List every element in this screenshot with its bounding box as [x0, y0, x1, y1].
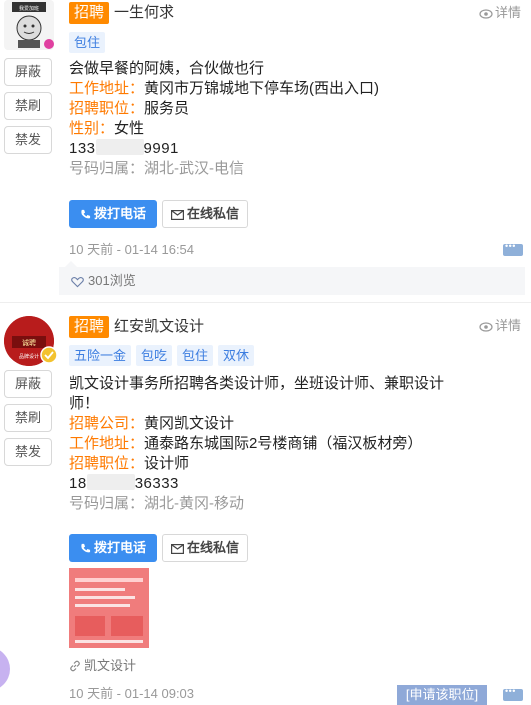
phone-location: 号码归属：湖北-武汉-电信 [69, 160, 244, 177]
heart-icon [71, 277, 84, 288]
more-options-icon[interactable] [503, 241, 523, 256]
chip: 包住 [177, 345, 214, 366]
detail-link[interactable]: 详情 [479, 2, 521, 24]
field-row: 招聘公司：黄冈凯文设计 [69, 415, 235, 432]
eye-icon [479, 9, 493, 19]
detail-label: 详情 [494, 318, 521, 333]
field-row: 招聘职位：服务员 [69, 100, 190, 117]
phone-number[interactable]: 18 36333 [69, 474, 524, 494]
benefit-chips: 五险一金 包吃 包住 双休 [69, 345, 255, 366]
ban-post-button[interactable]: 禁发 [4, 438, 52, 466]
block-button[interactable]: 屏蔽 [4, 58, 52, 86]
chip: 包住 [69, 32, 106, 53]
phone-number[interactable]: 133 9991 [69, 139, 524, 159]
call-button[interactable]: 拨打电话 [69, 200, 157, 228]
chip: 双休 [218, 345, 255, 366]
call-button[interactable]: 拨打电话 [69, 534, 157, 562]
author-avatar[interactable]: 我爱加班 [4, 0, 54, 50]
message-button[interactable]: 在线私信 [162, 200, 248, 228]
phone-icon [81, 543, 91, 553]
svg-text:诚聘: 诚聘 [22, 338, 36, 347]
more-options-icon[interactable] [503, 686, 523, 701]
post-divider [0, 302, 531, 303]
post-description: 会做早餐的阿姨，合伙做也行 [69, 60, 265, 77]
detail-label: 详情 [494, 5, 521, 20]
detail-link[interactable]: 详情 [479, 315, 521, 337]
post-description: 凯文设计事务所招聘各类设计师，坐班设计师、兼职设计 [69, 375, 445, 392]
attachment-link[interactable]: 凯文设计 [69, 657, 136, 675]
views-bar: 301浏览 [59, 261, 525, 295]
mail-icon [170, 210, 184, 221]
post-body: 凯文设计事务所招聘各类设计师，坐班设计师、兼职设计 师！ 招聘公司：黄冈凯文设计… [69, 374, 524, 514]
benefit-chips: 包住 [69, 32, 106, 53]
phone-location: 号码归属：湖北-黄冈-移动 [69, 495, 244, 512]
message-button[interactable]: 在线私信 [162, 534, 248, 562]
view-count: 301浏览 [71, 272, 136, 290]
eye-icon [479, 322, 493, 332]
post-card-1: 我爱加班 屏蔽 禁刷 禁发 招聘 一生何求 详情 包住 会做早餐的阿姨，合伙做也… [0, 0, 531, 300]
field-row: 工作地址：黄冈市万锦城地下停车场(西出入口) [69, 80, 380, 97]
post-body: 会做早餐的阿姨，合伙做也行 工作地址：黄冈市万锦城地下停车场(西出入口) 招聘职… [69, 59, 524, 179]
avatar-image: 我爱加班 [12, 2, 54, 49]
field-row: 工作地址：通泰路东城国际2号楼商铺（福汉板材旁） [69, 435, 423, 452]
author-name[interactable]: 一生何求 [114, 2, 174, 24]
chip: 包吃 [136, 345, 173, 366]
post-time: 10 天前 - 01-14 09:03 [69, 686, 195, 701]
apply-job-button[interactable]: [申请该职位] [397, 685, 487, 705]
post-card-2: 诚聘 品牌设计 屏蔽 禁刷 禁发 招聘 红安凯文设计 详情 五险一金 包吃 包住… [0, 312, 531, 705]
field-row: 招聘职位：设计师 [69, 455, 190, 472]
hire-tag: 招聘 [69, 2, 110, 24]
link-icon [70, 660, 80, 672]
phone-mask [95, 139, 144, 155]
mail-icon [170, 544, 184, 555]
phone-icon [81, 209, 91, 219]
post-time: 10 天前 - 01-14 16:54 [69, 242, 195, 257]
phone-mask [86, 474, 135, 490]
hire-tag: 招聘 [69, 316, 110, 338]
gold-badge-icon [40, 346, 58, 364]
chip: 五险一金 [69, 345, 132, 366]
svg-text:品牌设计: 品牌设计 [19, 353, 39, 360]
post-image-thumbnail[interactable] [69, 568, 149, 648]
ban-refresh-button[interactable]: 禁刷 [4, 92, 52, 120]
author-name[interactable]: 红安凯文设计 [114, 316, 204, 338]
field-row: 性别：女性 [69, 120, 145, 137]
post-description-cont: 师！ [69, 395, 100, 412]
ban-refresh-button[interactable]: 禁刷 [4, 404, 52, 432]
block-button[interactable]: 屏蔽 [4, 370, 52, 398]
svg-text:我爱加班: 我爱加班 [19, 5, 39, 12]
ban-post-button[interactable]: 禁发 [4, 126, 52, 154]
thumbnail-image [69, 568, 149, 648]
